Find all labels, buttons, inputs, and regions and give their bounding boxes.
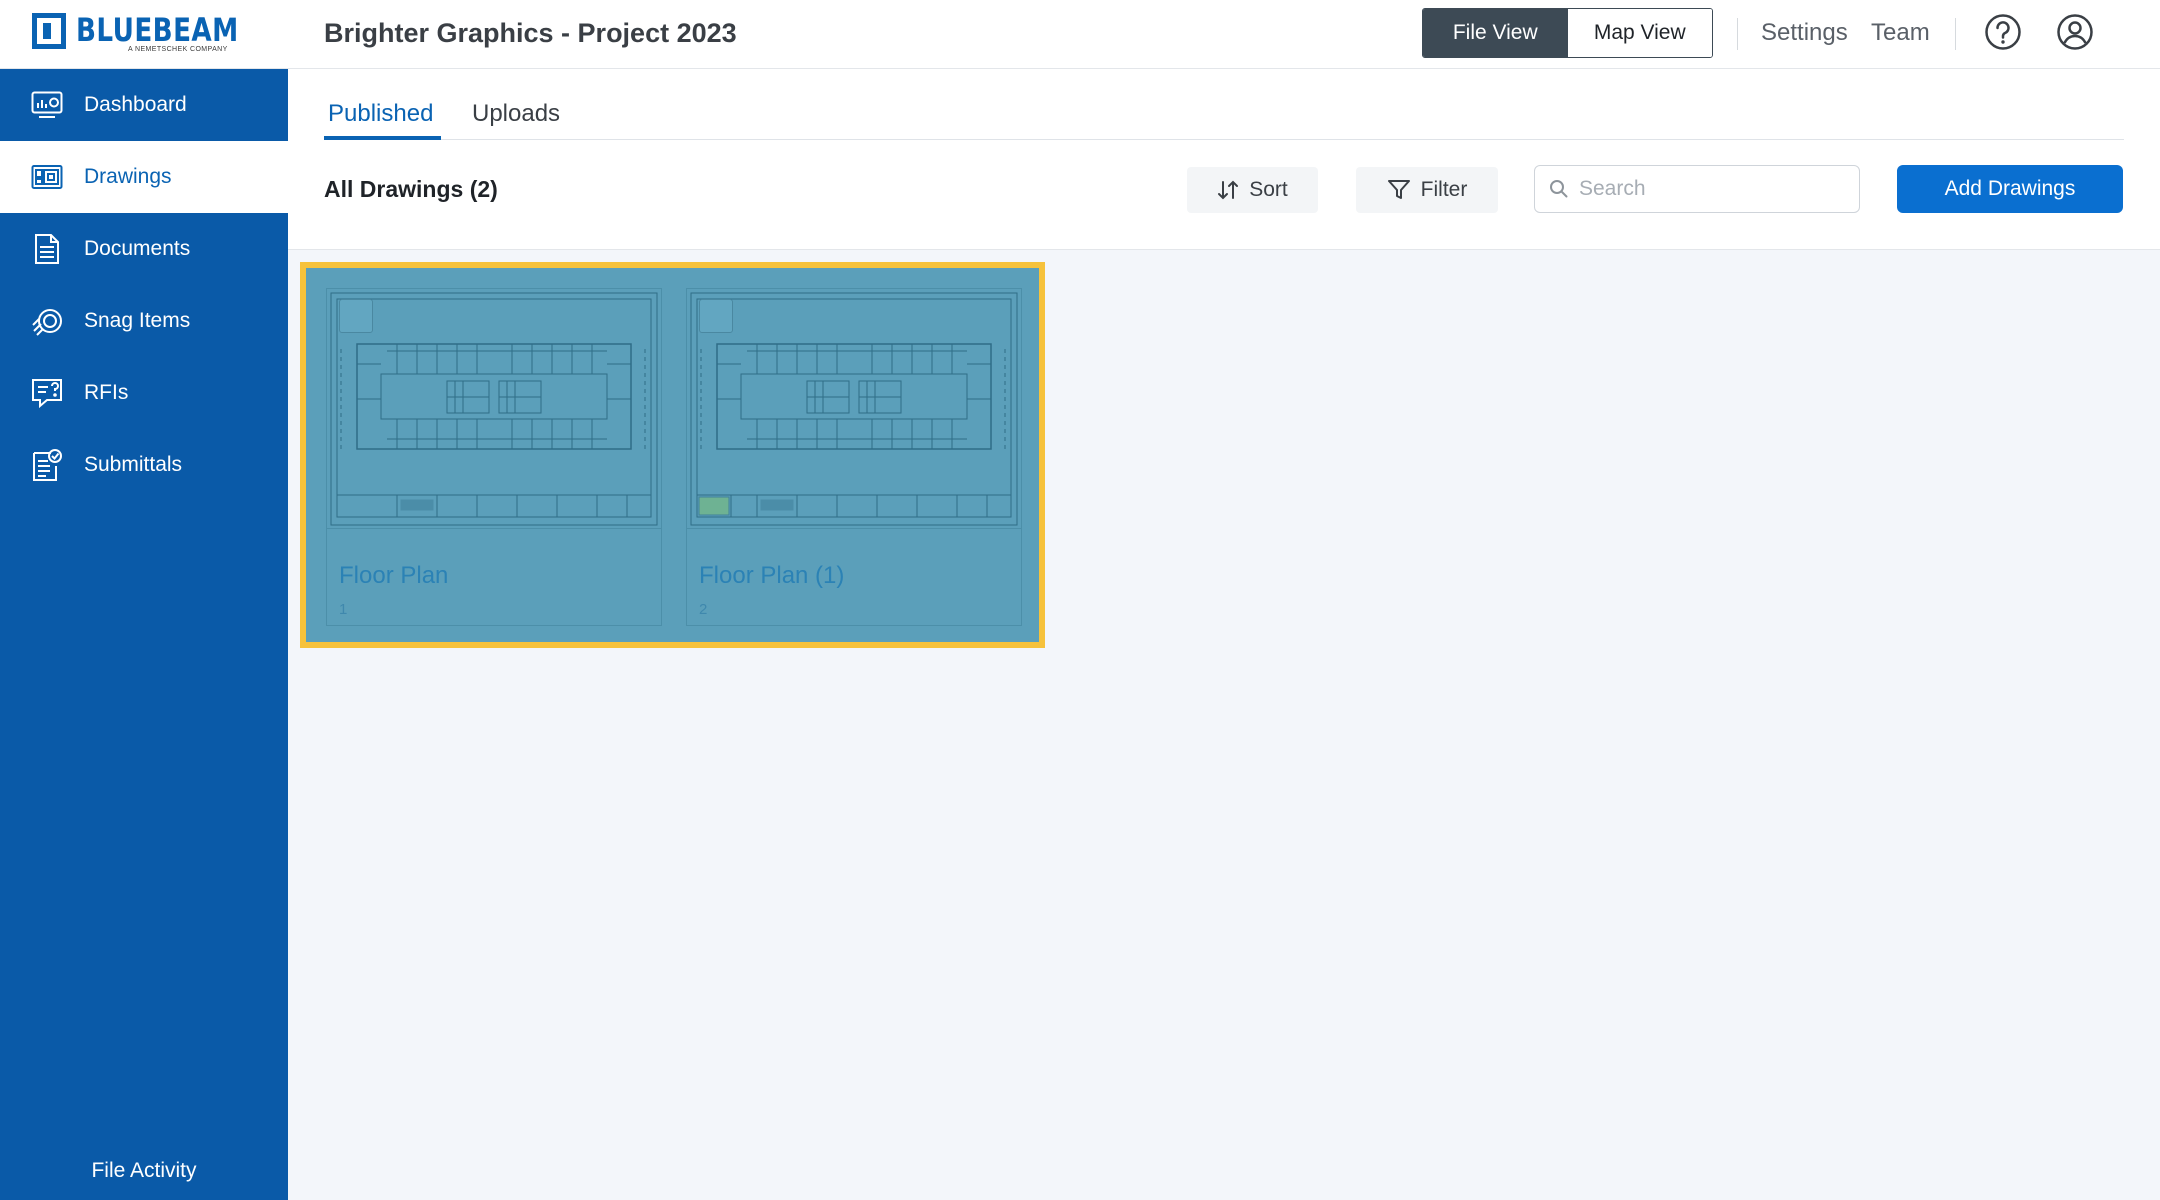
dashboard-icon <box>30 88 64 122</box>
submittals-icon <box>30 448 64 482</box>
drawing-card[interactable]: Floor Plan (1) 2 <box>686 288 1022 626</box>
team-link[interactable]: Team <box>1871 18 1930 48</box>
main-toolbar-area: Published Uploads All Drawings (2) Sort … <box>288 69 2160 250</box>
search-input[interactable] <box>1579 177 1839 201</box>
drawings-icon <box>30 160 64 194</box>
tab-uploads[interactable]: Uploads <box>472 99 560 129</box>
documents-icon <box>30 232 64 266</box>
sidebar-item-documents[interactable]: Documents <box>0 213 288 285</box>
brand-name: BLUEBEAM <box>76 11 239 49</box>
sidebar-item-snag-items[interactable]: Snag Items <box>0 285 288 357</box>
sidebar-item-dashboard[interactable]: Dashboard <box>0 69 288 141</box>
settings-link[interactable]: Settings <box>1761 18 1848 48</box>
add-drawings-button[interactable]: Add Drawings <box>1897 165 2123 213</box>
drawing-number: 2 <box>699 601 708 618</box>
drawings-grid-highlight: Floor Plan 1 Floor Plan (1) 2 <box>300 262 1045 648</box>
sidebar-item-label: Snag Items <box>84 309 191 332</box>
sidebar-item-label: Submittals <box>84 453 183 476</box>
sort-button[interactable]: Sort <box>1187 167 1318 213</box>
sidebar-item-label: Drawings <box>84 165 172 188</box>
sidebar: Dashboard Drawings Documents Snag Items … <box>0 69 288 1200</box>
sidebar-item-drawings[interactable]: Drawings <box>0 141 288 213</box>
file-activity-link[interactable]: File Activity <box>0 1159 288 1183</box>
sidebar-item-submittals[interactable]: Submittals <box>0 429 288 501</box>
top-header: BLUEBEAM A NEMETSCHEK COMPANY Brighter G… <box>0 0 2160 69</box>
bluebeam-logo-mark-icon <box>32 13 66 49</box>
drawing-thumbnail <box>327 289 661 529</box>
help-icon[interactable] <box>1984 13 2022 51</box>
bluebeam-logo[interactable]: BLUEBEAM A NEMETSCHEK COMPANY <box>30 11 238 55</box>
drawing-select-checkbox[interactable] <box>339 299 373 333</box>
sidebar-item-rfis[interactable]: RFIs <box>0 357 288 429</box>
header-divider <box>1955 18 1956 50</box>
drawing-thumbnail <box>687 289 1021 529</box>
section-title: All Drawings (2) <box>324 176 498 202</box>
header-divider <box>1737 18 1738 50</box>
snag-items-icon <box>30 304 64 338</box>
user-account-icon[interactable] <box>2056 13 2094 51</box>
filter-button[interactable]: Filter <box>1356 167 1498 213</box>
view-toggle: File View Map View <box>1422 8 1713 58</box>
sort-icon <box>1218 180 1239 200</box>
drawing-select-checkbox[interactable] <box>699 299 733 333</box>
rfis-icon <box>30 376 64 410</box>
drawing-card[interactable]: Floor Plan 1 <box>326 288 662 626</box>
brand-tagline: A NEMETSCHEK COMPANY <box>128 46 228 53</box>
active-tab-indicator <box>324 136 441 140</box>
tab-bar: Published Uploads <box>324 69 2124 140</box>
file-view-button[interactable]: File View <box>1423 9 1568 57</box>
drawing-title[interactable]: Floor Plan (1) <box>699 561 844 591</box>
project-title: Brighter Graphics - Project 2023 <box>324 18 737 48</box>
tab-published[interactable]: Published <box>328 99 433 129</box>
search-icon <box>1550 180 1568 198</box>
filter-icon <box>1387 180 1410 199</box>
filter-label: Filter <box>1420 178 1468 201</box>
drawing-number: 1 <box>339 601 348 618</box>
sidebar-item-label: Documents <box>84 237 191 260</box>
sort-label: Sort <box>1249 178 1288 201</box>
sidebar-item-label: Dashboard <box>84 93 187 116</box>
map-view-button[interactable]: Map View <box>1567 9 1712 57</box>
search-box <box>1534 165 1860 213</box>
drawing-title[interactable]: Floor Plan <box>339 561 448 591</box>
sidebar-item-label: RFIs <box>84 381 129 404</box>
